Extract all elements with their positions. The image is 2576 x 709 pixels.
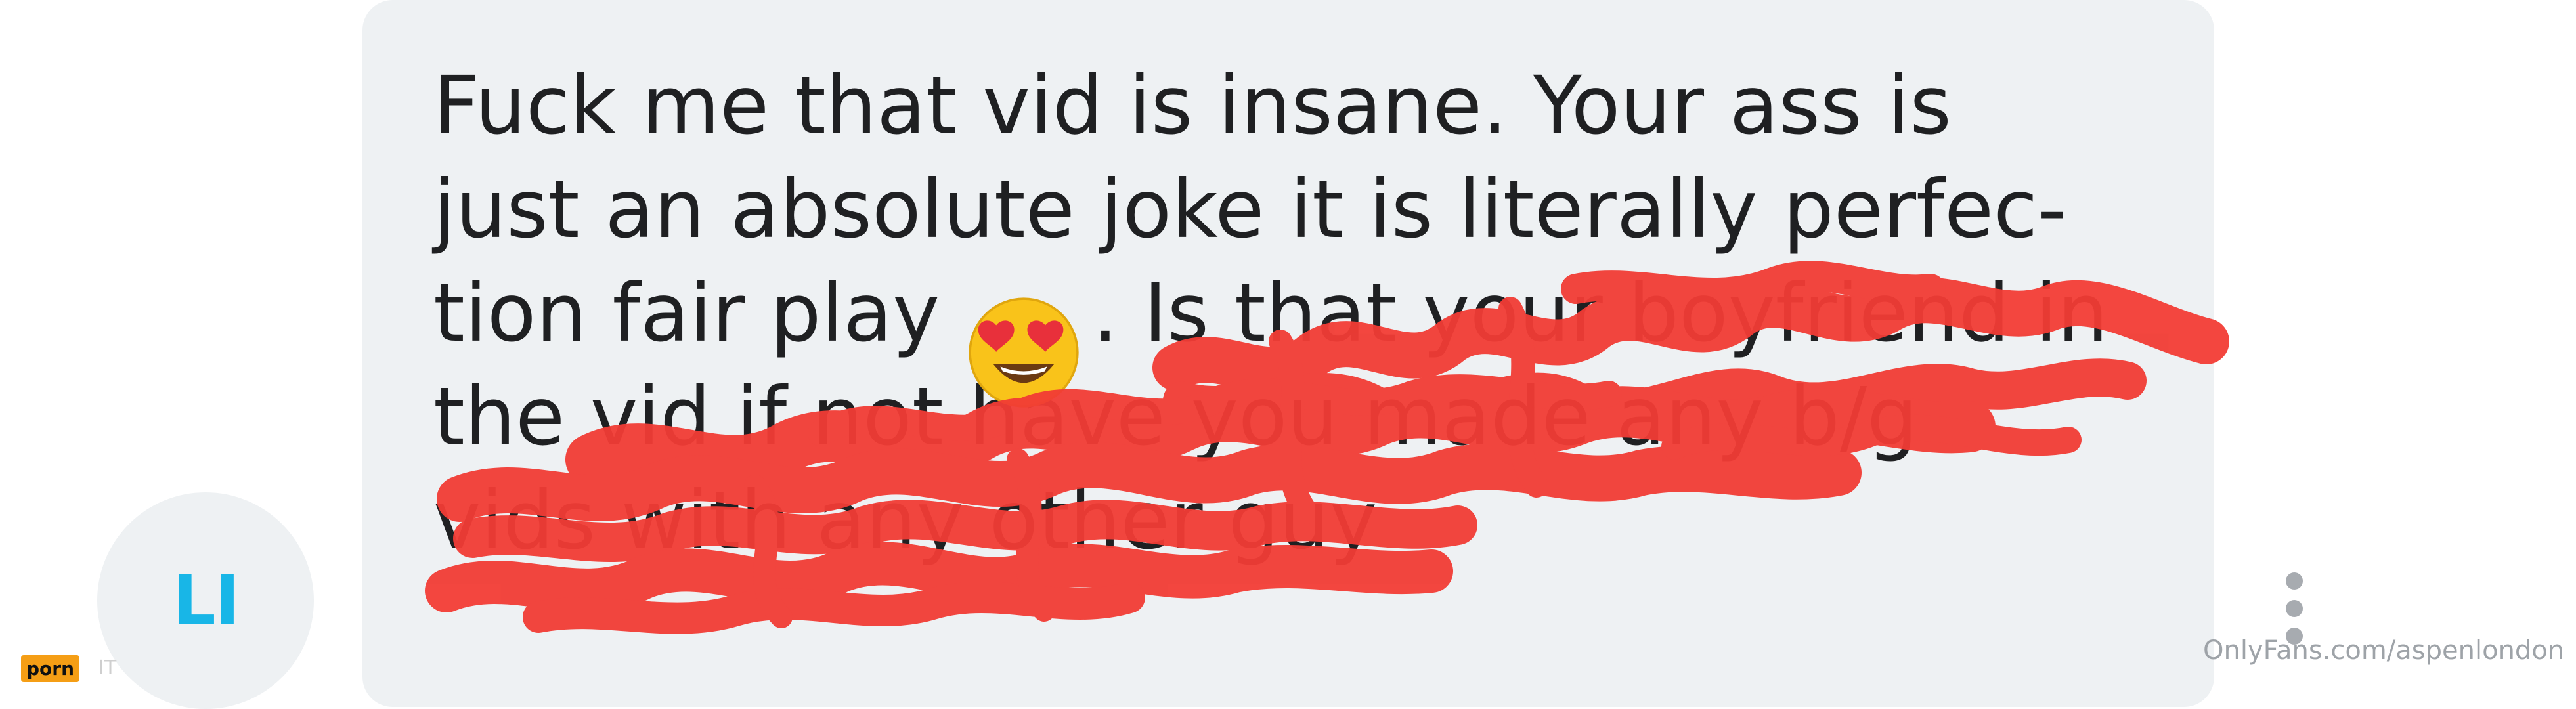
message-line-4: the vid if not have you made any b/g [433, 370, 1918, 463]
message-text: Fuck me that vid is insane. Your ass is … [433, 54, 2180, 572]
message-line-1: Fuck me that vid is insane. Your ass is [433, 59, 1952, 152]
watermark: OnlyFans.com/aspenlondon [2203, 635, 2565, 666]
vertical-ellipsis-icon [2286, 572, 2303, 590]
avatar[interactable]: LI [97, 492, 314, 709]
avatar-initials: LI [172, 561, 240, 641]
message-line-3: tion fair play . Is that your boyfriend … [433, 267, 2108, 360]
site-logo: porn [21, 655, 80, 682]
site-logo-suffix: IT [98, 656, 117, 679]
message-options-button[interactable] [2275, 572, 2314, 645]
message-line-2: just an absolute joke it is literally pe… [433, 163, 2067, 256]
message-line-5: vids with any other guy [433, 474, 1378, 567]
heart-eyes-emoji-icon [969, 297, 1079, 408]
